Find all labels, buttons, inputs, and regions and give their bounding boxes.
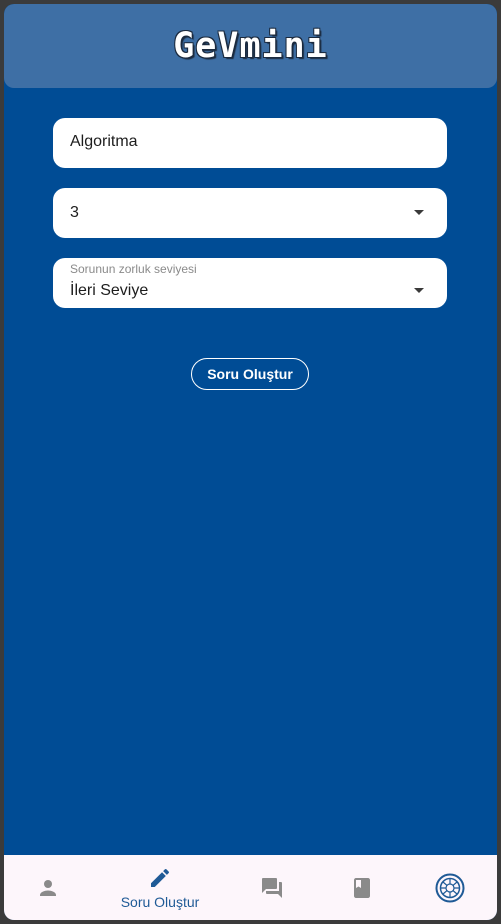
difficulty-value: İleri Seviye <box>70 282 149 299</box>
nav-item-chat[interactable] <box>242 855 302 920</box>
book-icon <box>354 877 370 898</box>
difficulty-dropdown[interactable]: Sorunun zorluk seviyesi İleri Seviye <box>53 258 447 308</box>
chevron-down-icon <box>414 288 424 293</box>
nav-item-create-question[interactable]: Soru Oluştur <box>104 855 216 920</box>
app-title: GeVmini <box>173 26 328 66</box>
bottom-navigation: Soru Oluştur <box>4 855 497 920</box>
nav-item-app-logo[interactable] <box>420 855 480 920</box>
person-icon <box>40 879 56 896</box>
app-bar: GeVmini <box>4 4 497 88</box>
edit-pencil-icon <box>151 868 170 887</box>
topic-input-value: Algoritma <box>70 133 138 150</box>
nav-item-label: Soru Oluştur <box>120 893 200 910</box>
app-screen: GeVmini Algoritma 3 Sorunun zorluk seviy… <box>4 4 497 920</box>
difficulty-caption: Sorunun zorluk seviyesi <box>70 262 197 276</box>
topic-input[interactable]: Algoritma <box>53 118 447 168</box>
question-count-value: 3 <box>70 204 79 221</box>
forum-icon <box>262 877 282 898</box>
create-question-button[interactable]: Soru Oluştur <box>191 358 309 390</box>
question-count-dropdown[interactable]: 3 <box>53 188 447 238</box>
nav-item-profile[interactable] <box>18 855 78 920</box>
chevron-down-icon <box>414 210 424 215</box>
app-logo-icon <box>435 873 465 902</box>
nav-item-book[interactable] <box>332 855 392 920</box>
